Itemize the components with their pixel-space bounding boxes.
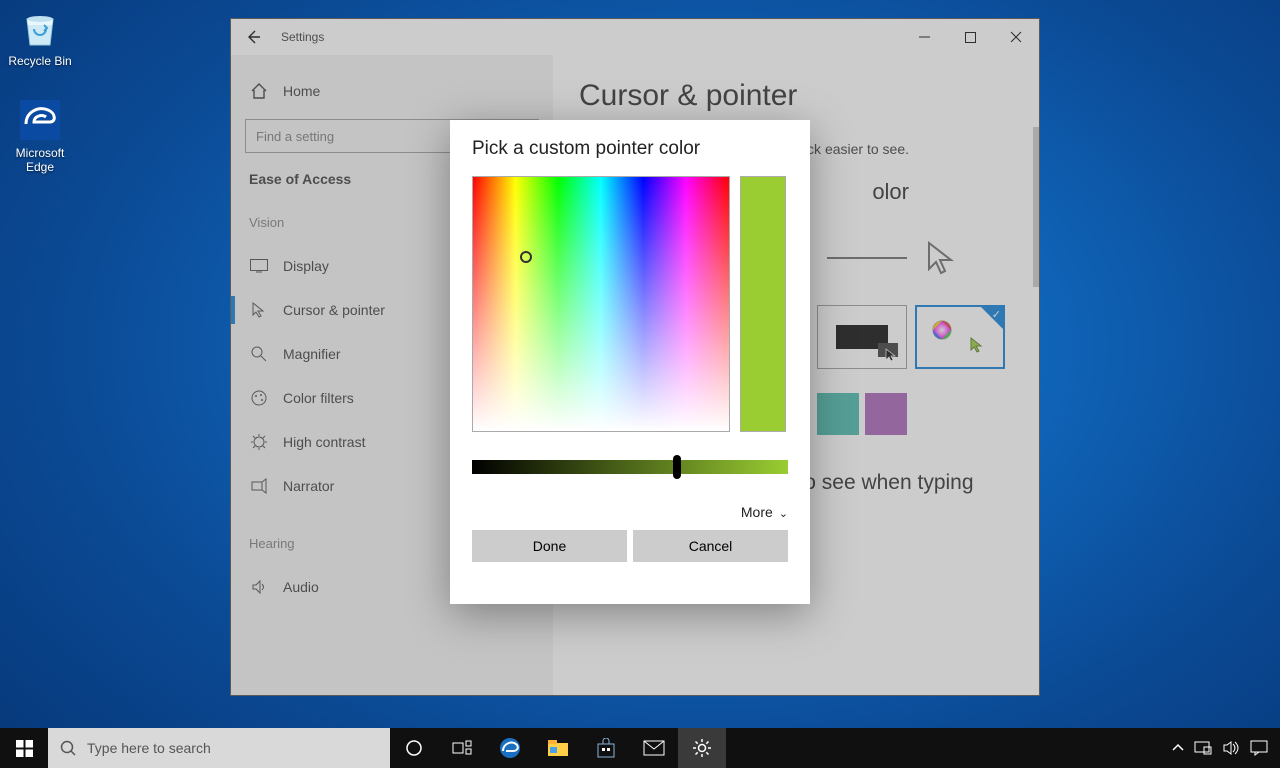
color-wheel-icon <box>931 319 953 341</box>
desktop-icon-edge[interactable]: Microsoft Edge <box>2 98 78 175</box>
maximize-button[interactable] <box>947 19 993 55</box>
large-cursor-icon <box>925 241 959 275</box>
done-button[interactable]: Done <box>472 530 627 562</box>
taskbar-app-store[interactable] <box>582 728 630 768</box>
sidebar-item-label: High contrast <box>283 434 365 450</box>
tray-chevron-up-icon[interactable] <box>1172 742 1184 754</box>
task-view-button[interactable] <box>438 728 486 768</box>
desktop-icon-label: Recycle Bin <box>2 54 78 68</box>
display-icon <box>249 256 269 276</box>
chevron-down-icon: ⌄ <box>779 508 788 520</box>
sidebar-item-label: Narrator <box>283 478 334 494</box>
saturation-value-picker[interactable] <box>472 176 730 432</box>
slider-segment[interactable] <box>827 257 907 259</box>
search-placeholder: Find a setting <box>256 129 334 144</box>
sv-marker[interactable] <box>520 251 532 263</box>
system-tray <box>1172 740 1280 756</box>
titlebar: Settings <box>231 19 1039 55</box>
volume-icon[interactable] <box>1222 740 1240 756</box>
sidebar-item-home[interactable]: Home <box>245 71 539 119</box>
minimize-button[interactable] <box>901 19 947 55</box>
color-swatch[interactable] <box>865 393 907 435</box>
window-title: Settings <box>281 30 324 44</box>
taskbar-search-placeholder: Type here to search <box>87 740 211 756</box>
value-slider[interactable] <box>472 460 788 474</box>
value-thumb[interactable] <box>673 455 681 479</box>
taskbar-app-mail[interactable] <box>630 728 678 768</box>
palette-icon <box>249 388 269 408</box>
magnifier-icon <box>249 344 269 364</box>
taskbar-app-edge[interactable] <box>486 728 534 768</box>
back-button[interactable] <box>245 29 273 45</box>
taskbar-app-explorer[interactable] <box>534 728 582 768</box>
more-toggle[interactable]: More⌄ <box>472 504 788 520</box>
network-icon[interactable] <box>1194 741 1212 755</box>
taskbar-search[interactable]: Type here to search <box>48 728 390 768</box>
page-heading: Cursor & pointer <box>579 79 1013 113</box>
cancel-button[interactable]: Cancel <box>633 530 788 562</box>
sidebar-item-label: Audio <box>283 579 319 595</box>
audio-icon <box>249 577 269 597</box>
gear-icon <box>692 738 712 758</box>
recycle-bin-icon <box>18 6 62 50</box>
dialog-title: Pick a custom pointer color <box>472 138 788 160</box>
sidebar-item-label: Cursor & pointer <box>283 302 385 318</box>
scrollbar[interactable] <box>1033 127 1039 287</box>
action-center-icon[interactable] <box>1250 740 1268 756</box>
home-icon <box>249 81 269 101</box>
cortana-button[interactable] <box>390 728 438 768</box>
start-button[interactable] <box>0 728 48 768</box>
sidebar-item-label: Home <box>283 83 320 99</box>
edge-icon <box>18 98 62 142</box>
pointer-tile-custom[interactable]: ✓ <box>915 305 1005 369</box>
sidebar-item-label: Display <box>283 258 329 274</box>
sidebar-item-label: Color filters <box>283 390 354 406</box>
sidebar-item-label: Magnifier <box>283 346 341 362</box>
contrast-icon <box>249 432 269 452</box>
cursor-mini-icon <box>884 348 898 362</box>
cursor-mini-icon <box>969 337 985 353</box>
suggested-colors <box>817 393 1013 435</box>
color-preview <box>740 176 786 432</box>
desktop-icon-label: Microsoft Edge <box>2 146 78 175</box>
taskbar-app-settings[interactable] <box>678 728 726 768</box>
taskbar: Type here to search <box>0 728 1280 768</box>
pointer-tile-inverted[interactable] <box>817 305 907 369</box>
color-picker-dialog: Pick a custom pointer color More⌄ Done C… <box>450 120 810 604</box>
close-button[interactable] <box>993 19 1039 55</box>
cursor-icon <box>249 300 269 320</box>
desktop: Recycle Bin Microsoft Edge Settings <box>0 0 1280 768</box>
color-swatch[interactable] <box>817 393 859 435</box>
desktop-icon-recycle-bin[interactable]: Recycle Bin <box>2 6 78 68</box>
search-icon <box>60 740 77 757</box>
narrator-icon <box>249 476 269 496</box>
